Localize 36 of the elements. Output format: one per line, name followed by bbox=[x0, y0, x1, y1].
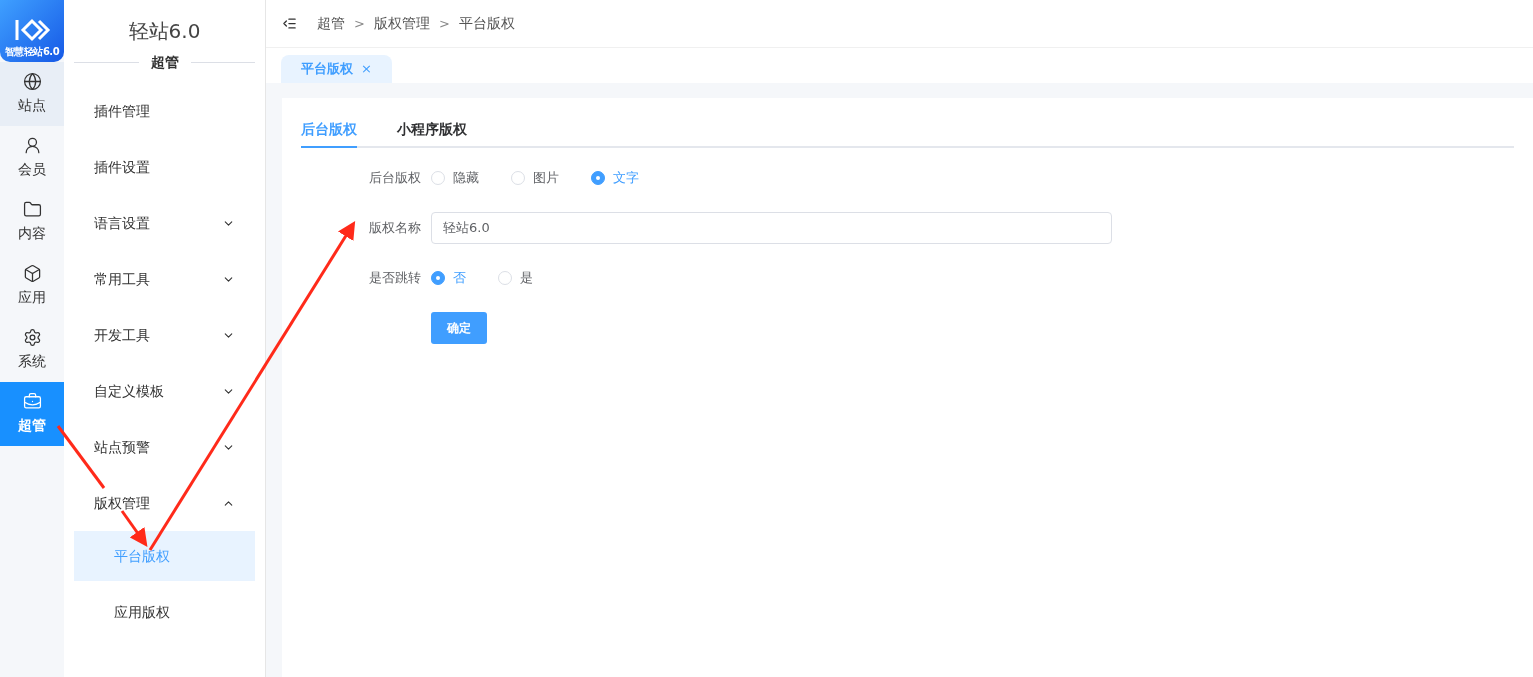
radio-option[interactable]: 隐藏 bbox=[431, 168, 479, 188]
sidebar-item[interactable]: 插件设置 bbox=[74, 139, 255, 195]
tab[interactable]: 小程序版权 bbox=[397, 112, 467, 148]
input-field[interactable]: 轻站6.0 bbox=[431, 212, 1112, 244]
settings-icon bbox=[22, 328, 42, 347]
menu-icon[interactable] bbox=[282, 16, 297, 31]
rail-item[interactable]: 内容 bbox=[0, 190, 64, 254]
rail-item[interactable]: 站点 bbox=[0, 62, 64, 126]
radio-option[interactable]: 是 bbox=[498, 268, 533, 288]
rail-item[interactable]: 系统 bbox=[0, 318, 64, 382]
sidebar-item[interactable]: 常用工具 bbox=[74, 251, 255, 307]
rail-item[interactable]: 会员 bbox=[0, 126, 64, 190]
briefcase-icon bbox=[22, 392, 42, 411]
breadcrumb-item[interactable]: 版权管理 bbox=[373, 13, 430, 34]
sidebar-subitem[interactable]: 应用版权 bbox=[74, 587, 255, 637]
sidebar-title: 轻站6.0 bbox=[127, 18, 202, 45]
sidebar-item[interactable]: 版权管理 bbox=[74, 475, 255, 531]
breadcrumb-item[interactable]: 超管 bbox=[317, 13, 345, 34]
sidebar-item[interactable]: 开发工具 bbox=[74, 307, 255, 363]
cube-icon bbox=[22, 264, 42, 283]
breadcrumb-item: 平台版权 bbox=[458, 14, 515, 33]
globe-icon bbox=[22, 72, 42, 91]
sidebar-item[interactable]: 语言设置 bbox=[74, 195, 255, 251]
sidebar-item[interactable]: 插件管理 bbox=[74, 83, 255, 139]
sidebar-item[interactable]: 站点预警 bbox=[74, 419, 255, 475]
form-label: 版权名称 bbox=[368, 219, 422, 238]
form-label: 是否跳转 bbox=[368, 269, 422, 288]
sidebar-item[interactable]: 自定义模板 bbox=[74, 363, 255, 419]
rail-item[interactable]: 应用 bbox=[0, 254, 64, 318]
sidebar-section-title: 超管 bbox=[150, 53, 179, 72]
folder-icon bbox=[22, 200, 42, 219]
logo-caption: 智慧轻站6.0 bbox=[4, 46, 60, 58]
radio-option[interactable]: 图片 bbox=[511, 168, 559, 188]
breadcrumb-separator: > bbox=[438, 14, 450, 33]
form-label: 后台版权 bbox=[368, 169, 422, 188]
breadcrumb-separator: > bbox=[354, 14, 365, 33]
